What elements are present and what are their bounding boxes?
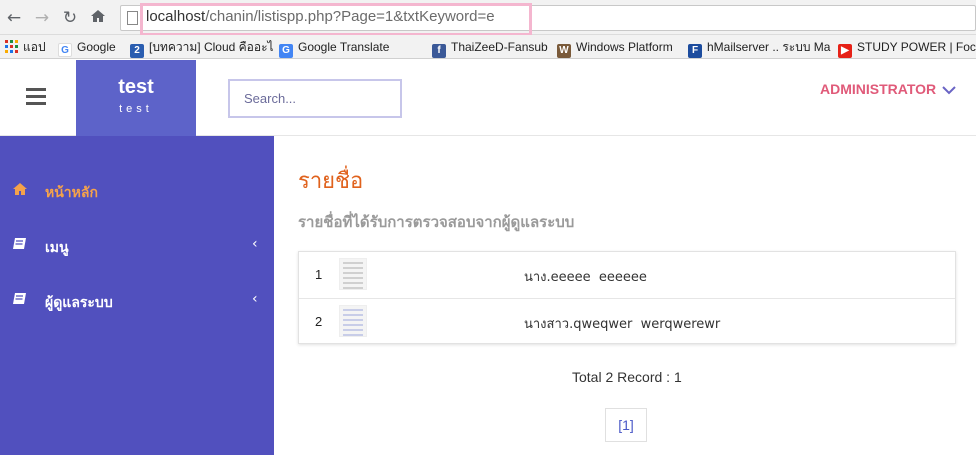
youtube-icon: ▶	[838, 44, 852, 58]
bookmark-google-translate[interactable]: G Google Translate	[279, 38, 389, 58]
hamburger-menu-icon[interactable]	[26, 88, 46, 106]
page-subtitle: รายชื่อที่ได้รับการตรวจสอบจากผู้ดูแลระบบ	[298, 213, 575, 231]
sidebar-item-menu[interactable]: เมนู ‹	[0, 231, 274, 261]
home-icon	[12, 182, 28, 198]
row-name: นางสาว.qweqwer werqwerewr	[524, 317, 721, 332]
bookmark-google[interactable]: G Google	[58, 38, 116, 57]
app-header: test test ADMINISTRATOR	[0, 60, 976, 136]
url-highlight-box	[140, 3, 532, 36]
search-input[interactable]	[228, 79, 402, 118]
chevron-down-icon[interactable]	[942, 80, 956, 99]
google-icon: G	[58, 43, 72, 57]
sidebar-item-admin[interactable]: ผู้ดูแลระบบ ‹	[0, 286, 274, 316]
list-item[interactable]: 1 นาง.eeeee eeeeee	[299, 252, 955, 298]
apps-grid-icon	[4, 40, 18, 54]
brand-title: test	[118, 76, 154, 98]
thumbnail-image[interactable]	[339, 258, 367, 290]
sidebar-item-label: เมนู	[45, 240, 69, 256]
row-number: 1	[315, 267, 323, 282]
sidebar-item-label: ผู้ดูแลระบบ	[45, 295, 113, 311]
f-icon: F	[688, 44, 702, 58]
row-number: 2	[315, 314, 323, 329]
record-list: 1 นาง.eeeee eeeeee 2 นางสาว.qweqwer werq…	[298, 251, 956, 344]
bookmark-study-power[interactable]: ▶ STUDY POWER | Focu	[838, 38, 976, 58]
translate-icon: G	[279, 44, 293, 58]
page-title: รายชื่อ	[298, 169, 364, 194]
bookmark-2-icon: 2	[130, 44, 144, 58]
brand-subtitle: test	[119, 103, 153, 115]
user-menu-label[interactable]: ADMINISTRATOR	[820, 81, 936, 97]
row-name: นาง.eeeee eeeeee	[524, 270, 647, 285]
bookmark-windows-platform[interactable]: W Windows Platform	[557, 38, 673, 58]
bookmark-thaizeed[interactable]: f ThaiZeeD-Fansub	[432, 38, 548, 58]
chevron-left-icon: ‹	[252, 236, 258, 252]
book-icon	[12, 237, 28, 253]
home-icon[interactable]	[88, 8, 108, 28]
forward-arrow-icon[interactable]: →	[32, 8, 52, 28]
list-item[interactable]: 2 นางสาว.qweqwer werqwerewr	[299, 298, 955, 344]
sidebar-item-home[interactable]: หน้าหลัก	[0, 176, 274, 206]
pagination-page-1[interactable]: [1]	[605, 408, 647, 442]
back-arrow-icon[interactable]: ←	[4, 8, 24, 28]
brand-logo[interactable]: test test	[76, 60, 196, 136]
chevron-left-icon: ‹	[252, 291, 258, 307]
bookmark-apps[interactable]: แอป	[4, 38, 46, 56]
windows-icon: W	[557, 44, 571, 58]
reload-icon[interactable]: ↻	[60, 8, 80, 28]
sidebar-item-label: หน้าหลัก	[45, 185, 98, 201]
bookmark-cloud-article[interactable]: 2 [บทความ] Cloud คืออะไ	[130, 38, 274, 58]
page-icon	[127, 11, 138, 25]
bookmark-hmailserver[interactable]: FhMailserver .. ระบบ Ma	[688, 38, 830, 58]
total-records: Total 2 Record : 1	[572, 369, 682, 385]
facebook-icon: f	[432, 44, 446, 58]
sidebar: หน้าหลัก เมนู ‹ ผู้ดูแลระบบ ‹	[0, 136, 274, 455]
bookmarks-bar: แอป G Google 2 [บทความ] Cloud คืออะไ G Goog…	[0, 35, 976, 59]
book-icon	[12, 292, 28, 308]
thumbnail-image[interactable]	[339, 305, 367, 337]
